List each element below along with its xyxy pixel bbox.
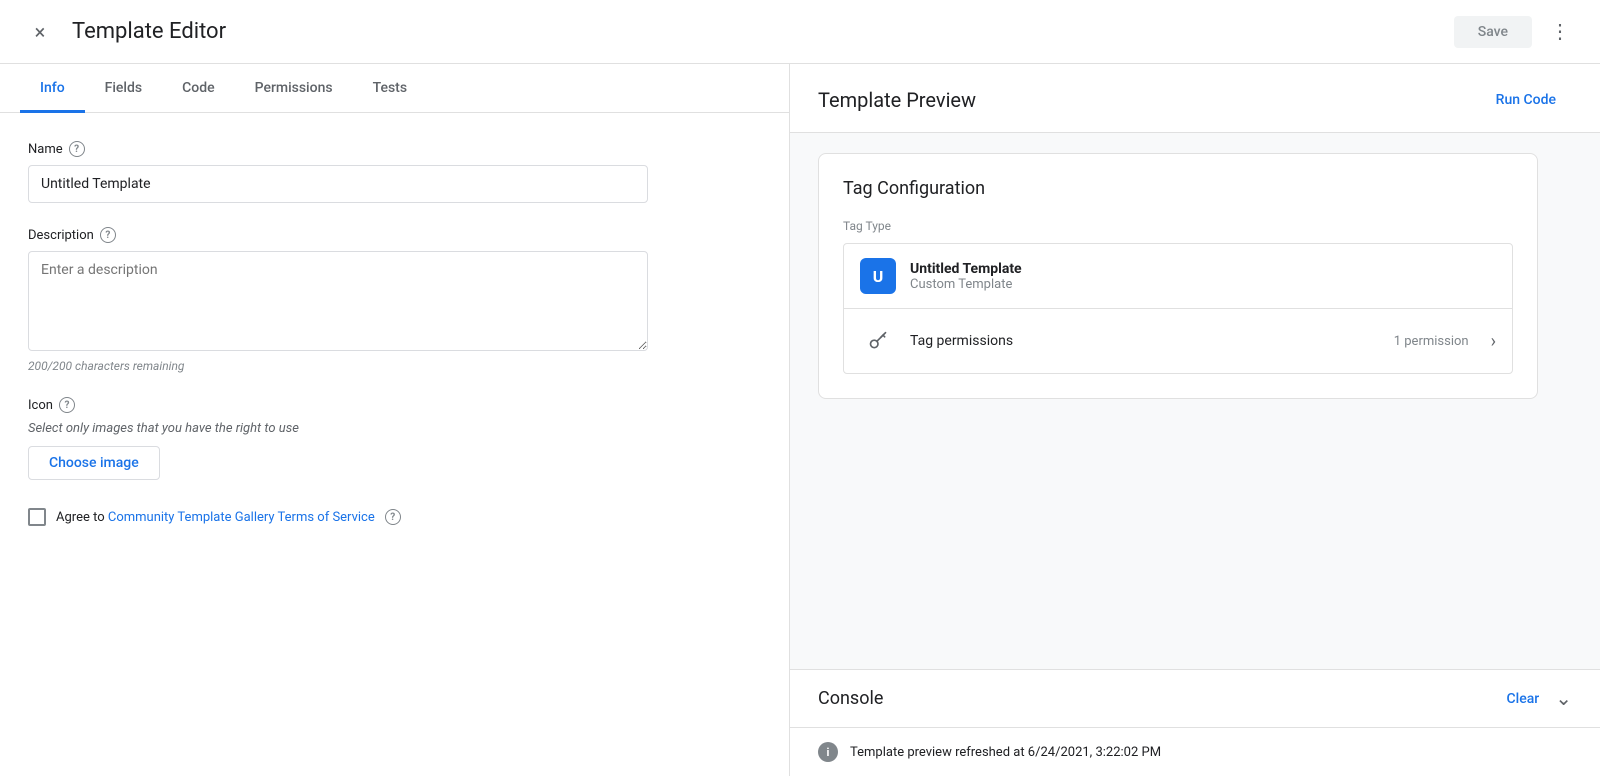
name-help-icon[interactable]: ? bbox=[69, 141, 85, 157]
console-title: Console bbox=[818, 688, 883, 709]
run-code-button[interactable]: Run Code bbox=[1480, 84, 1572, 116]
icon-help-icon[interactable]: ? bbox=[59, 397, 75, 413]
icon-field-group: Icon ? Select only images that you have … bbox=[28, 397, 761, 480]
tab-info[interactable]: Info bbox=[20, 64, 85, 113]
header-actions: Save ⋮ bbox=[1454, 12, 1580, 52]
console-section: Console Clear ⌄ i Template preview refre… bbox=[790, 669, 1600, 776]
preview-title: Template Preview bbox=[818, 88, 976, 112]
description-label: Description ? bbox=[28, 227, 761, 243]
icon-note: Select only images that you have the rig… bbox=[28, 421, 761, 436]
permissions-count: 1 permission bbox=[1394, 334, 1469, 349]
name-field-group: Name ? bbox=[28, 141, 761, 203]
description-help-icon[interactable]: ? bbox=[100, 227, 116, 243]
tag-config-area: Tag Configuration Tag Type U Untitled Te… bbox=[790, 133, 1600, 669]
permissions-label: Tag permissions bbox=[910, 333, 1380, 349]
tag-config-card: Tag Configuration Tag Type U Untitled Te… bbox=[818, 153, 1538, 399]
header: × Template Editor Save ⋮ bbox=[0, 0, 1600, 64]
preview-header: Template Preview Run Code bbox=[790, 64, 1600, 133]
main-layout: Info Fields Code Permissions Tests Name … bbox=[0, 64, 1600, 776]
key-icon bbox=[860, 323, 896, 359]
tab-permissions[interactable]: Permissions bbox=[235, 64, 353, 113]
name-label: Name ? bbox=[28, 141, 761, 157]
close-button[interactable]: × bbox=[20, 12, 60, 52]
agree-text: Agree to Community Template Gallery Term… bbox=[56, 510, 375, 525]
template-type: Custom Template bbox=[910, 277, 1022, 292]
icon-label: Icon ? bbox=[28, 397, 761, 413]
console-header: Console Clear ⌄ bbox=[790, 670, 1600, 728]
name-input[interactable] bbox=[28, 165, 648, 203]
console-actions: Clear ⌄ bbox=[1507, 686, 1572, 711]
right-panel: Template Preview Run Code Tag Configurat… bbox=[790, 64, 1600, 776]
tab-fields[interactable]: Fields bbox=[85, 64, 162, 113]
collapse-console-button[interactable]: ⌄ bbox=[1555, 686, 1572, 711]
chevron-right-icon: › bbox=[1491, 331, 1496, 352]
tos-help-icon[interactable]: ? bbox=[385, 509, 401, 525]
tag-config-title: Tag Configuration bbox=[843, 178, 1513, 199]
console-log-entry: i Template preview refreshed at 6/24/202… bbox=[790, 728, 1600, 776]
description-field-group: Description ? 200/200 characters remaini… bbox=[28, 227, 761, 373]
agree-row: Agree to Community Template Gallery Term… bbox=[28, 508, 761, 526]
terms-link[interactable]: Community Template Gallery Terms of Serv… bbox=[108, 510, 375, 525]
template-icon: U bbox=[860, 258, 896, 294]
console-message: Template preview refreshed at 6/24/2021,… bbox=[850, 745, 1161, 760]
agree-checkbox[interactable] bbox=[28, 508, 46, 526]
tag-template-row[interactable]: U Untitled Template Custom Template bbox=[844, 244, 1512, 309]
template-info: Untitled Template Custom Template bbox=[910, 261, 1022, 292]
left-panel: Info Fields Code Permissions Tests Name … bbox=[0, 64, 790, 776]
form-area: Name ? Description ? 200/200 characters … bbox=[0, 113, 789, 776]
description-input[interactable] bbox=[28, 251, 648, 351]
tag-type-label: Tag Type bbox=[843, 219, 1513, 233]
console-info-icon: i bbox=[818, 742, 838, 762]
choose-image-button[interactable]: Choose image bbox=[28, 446, 160, 480]
tab-code[interactable]: Code bbox=[162, 64, 234, 113]
tag-type-row: U Untitled Template Custom Template bbox=[843, 243, 1513, 374]
more-options-button[interactable]: ⋮ bbox=[1540, 12, 1580, 52]
tag-permissions-row[interactable]: Tag permissions 1 permission › bbox=[844, 309, 1512, 373]
page-title: Template Editor bbox=[72, 19, 226, 44]
tab-tests[interactable]: Tests bbox=[353, 64, 427, 113]
tabs-bar: Info Fields Code Permissions Tests bbox=[0, 64, 789, 113]
save-button[interactable]: Save bbox=[1454, 16, 1532, 48]
template-name: Untitled Template bbox=[910, 261, 1022, 277]
char-count: 200/200 characters remaining bbox=[28, 359, 761, 373]
clear-button[interactable]: Clear bbox=[1507, 691, 1540, 707]
